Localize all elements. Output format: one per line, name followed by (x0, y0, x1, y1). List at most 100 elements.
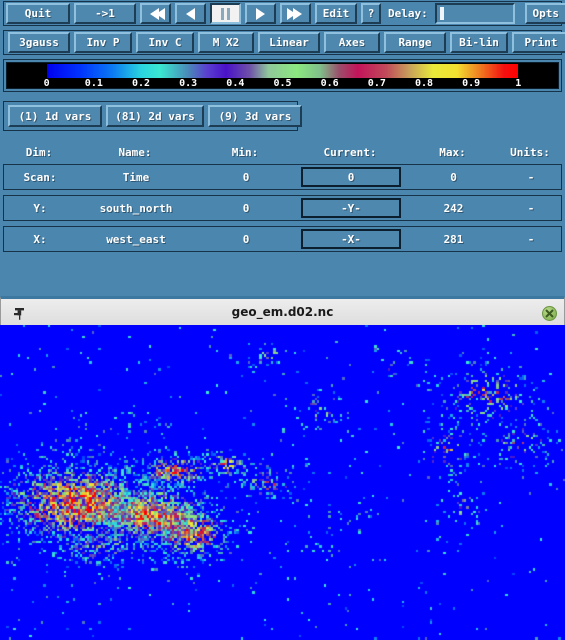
dim-min: 0 (242, 170, 250, 184)
image-window: geo_em.d02.nc (0, 296, 565, 640)
colorbar-ticks: 0 0.1 0.2 0.3 0.4 0.5 0.6 0.7 0.8 0.9 1 (7, 78, 558, 89)
header-current: Current: (323, 145, 377, 159)
quit-label: Quit (24, 7, 52, 20)
ncview-control-panel: Quit ->1 Edit ? Delay: Opts 3gauss Inv P… (0, 0, 565, 296)
pause-button[interactable] (210, 3, 241, 24)
play-button[interactable] (245, 3, 276, 24)
colorbar-tick-label: 0 (43, 78, 50, 89)
data-heatmap-canvas[interactable] (0, 325, 565, 640)
dim-current[interactable]: -Y- (296, 198, 406, 218)
scale-transform-button-label: Linear (269, 36, 309, 49)
pin-icon[interactable] (13, 306, 26, 320)
forward-fast-button[interactable] (280, 3, 311, 24)
range-button[interactable]: Range (384, 32, 446, 53)
colorbar-tick-label: 0.9 (462, 78, 481, 89)
colorbar-tick-label: 0.3 (179, 78, 198, 89)
delay-input[interactable] (434, 3, 515, 24)
header-max: Max: (439, 145, 466, 159)
vars-1d-button[interactable]: (1) 1d vars (8, 105, 102, 127)
magnify-button[interactable]: M X2 (198, 32, 254, 53)
vars-1d-button-label: (1) 1d vars (18, 109, 92, 123)
dim-units: - (527, 232, 535, 246)
rewind-fast-button[interactable] (140, 3, 171, 24)
dim-min: 0 (242, 232, 250, 246)
vars-2d-button-label: (81) 2d vars (115, 109, 195, 123)
colorbar-panel[interactable]: 0 0.1 0.2 0.3 0.4 0.5 0.6 0.7 0.8 0.9 1 (3, 59, 562, 92)
dim-name: Time (122, 170, 150, 184)
delay-label: Delay: (388, 7, 428, 20)
help-label: ? (367, 7, 375, 20)
rewind-button[interactable] (175, 3, 206, 24)
transport-toolbar: Quit ->1 Edit ? Delay: Opts (3, 1, 565, 26)
rewind-fast-icon (149, 7, 165, 20)
dim-min: 0 (242, 201, 250, 215)
table-row: Y: south_north 0 -Y- 242 - (3, 195, 562, 221)
interpolation-button[interactable]: Bi-lin (450, 32, 508, 53)
colorbar-tick-label: 0.2 (131, 78, 151, 89)
invert-physical-button[interactable]: Inv P (74, 32, 132, 53)
colorbar-tick-label: 0.4 (226, 78, 245, 89)
pause-icon (221, 7, 230, 20)
table-row: X: west_east 0 -X- 281 - (3, 226, 562, 252)
dim-max: 281 (443, 232, 464, 246)
colorbar-gradient (46, 64, 519, 78)
options-toolbar: 3gauss Inv P Inv C M X2 Linear Axes Range Bi-li… (3, 30, 565, 55)
header-name: Name: (118, 145, 152, 159)
colorbar-tick-label: 0.1 (84, 78, 103, 89)
range-button-label: Range (398, 36, 432, 49)
dim-current-value[interactable]: 0 (301, 167, 401, 187)
vars-3d-button-label: (9) 3d vars (218, 109, 292, 123)
dim-units: - (527, 201, 535, 215)
table-row: Scan: Time 0 0 0 - (3, 164, 562, 190)
opts-label: Opts (532, 7, 560, 20)
dim-name: south_north (99, 201, 173, 215)
variable-selector-panel: (1) 1d vars (81) 2d vars (9) 3d vars (3, 101, 302, 131)
colorbar[interactable]: 0 0.1 0.2 0.3 0.4 0.5 0.6 0.7 0.8 0.9 1 (6, 62, 559, 89)
vars-2d-button[interactable]: (81) 2d vars (106, 105, 204, 127)
plot-area[interactable] (0, 325, 565, 640)
vars-3d-button[interactable]: (9) 3d vars (208, 105, 302, 127)
dim-current-value[interactable]: -Y- (301, 198, 401, 218)
invert-colormap-button-label: Inv C (148, 36, 182, 49)
window-titlebar[interactable]: geo_em.d02.nc (0, 296, 565, 325)
edit-button[interactable]: Edit (315, 3, 357, 24)
invert-physical-button-label: Inv P (86, 36, 120, 49)
axes-button-label: Axes (338, 36, 366, 49)
interpolation-button-label: Bi-lin (459, 36, 499, 49)
ncview-application: Quit ->1 Edit ? Delay: Opts 3gauss Inv P… (0, 0, 565, 640)
colorbar-tick-label: 0.8 (414, 78, 434, 89)
dim-current[interactable]: 0 (296, 167, 406, 187)
dim-label: X: (33, 232, 47, 246)
rewind-icon (186, 7, 195, 20)
quit-button[interactable]: Quit (6, 3, 70, 24)
dim-name: west_east (106, 232, 166, 246)
help-button[interactable]: ? (361, 3, 381, 24)
dim-current[interactable]: -X- (296, 229, 406, 249)
step-button[interactable]: ->1 (74, 3, 136, 24)
colorbar-tick-label: 0.5 (273, 78, 292, 89)
colorbar-tick-label: 0.6 (320, 78, 339, 89)
print-button[interactable]: Print (512, 32, 565, 53)
step-label: ->1 (95, 7, 115, 20)
colorbar-tick-label: 1 (515, 78, 522, 89)
opts-button[interactable]: Opts (524, 3, 565, 24)
scale-transform-button[interactable]: Linear (258, 32, 320, 53)
dim-label: Scan: (23, 170, 57, 184)
axes-button[interactable]: Axes (324, 32, 380, 53)
text-caret (439, 7, 444, 20)
play-icon (256, 7, 265, 20)
magnify-button-label: M X2 (212, 36, 240, 49)
header-min: Min: (231, 145, 259, 159)
print-button-label: Print (524, 36, 558, 49)
forward-fast-icon (286, 7, 302, 20)
dim-units: - (527, 170, 535, 184)
header-dim: Dim: (25, 145, 53, 159)
edit-label: Edit (322, 7, 350, 20)
dimension-table-header: Dim: Name: Min: Current: Max: Units: (3, 140, 562, 164)
invert-colormap-button[interactable]: Inv C (136, 32, 194, 53)
dim-max: 0 (450, 170, 457, 184)
dim-current-value[interactable]: -X- (301, 229, 401, 249)
colormap-button[interactable]: 3gauss (8, 32, 70, 53)
close-icon[interactable] (542, 306, 557, 321)
colorbar-tick-label: 0.7 (367, 78, 386, 89)
